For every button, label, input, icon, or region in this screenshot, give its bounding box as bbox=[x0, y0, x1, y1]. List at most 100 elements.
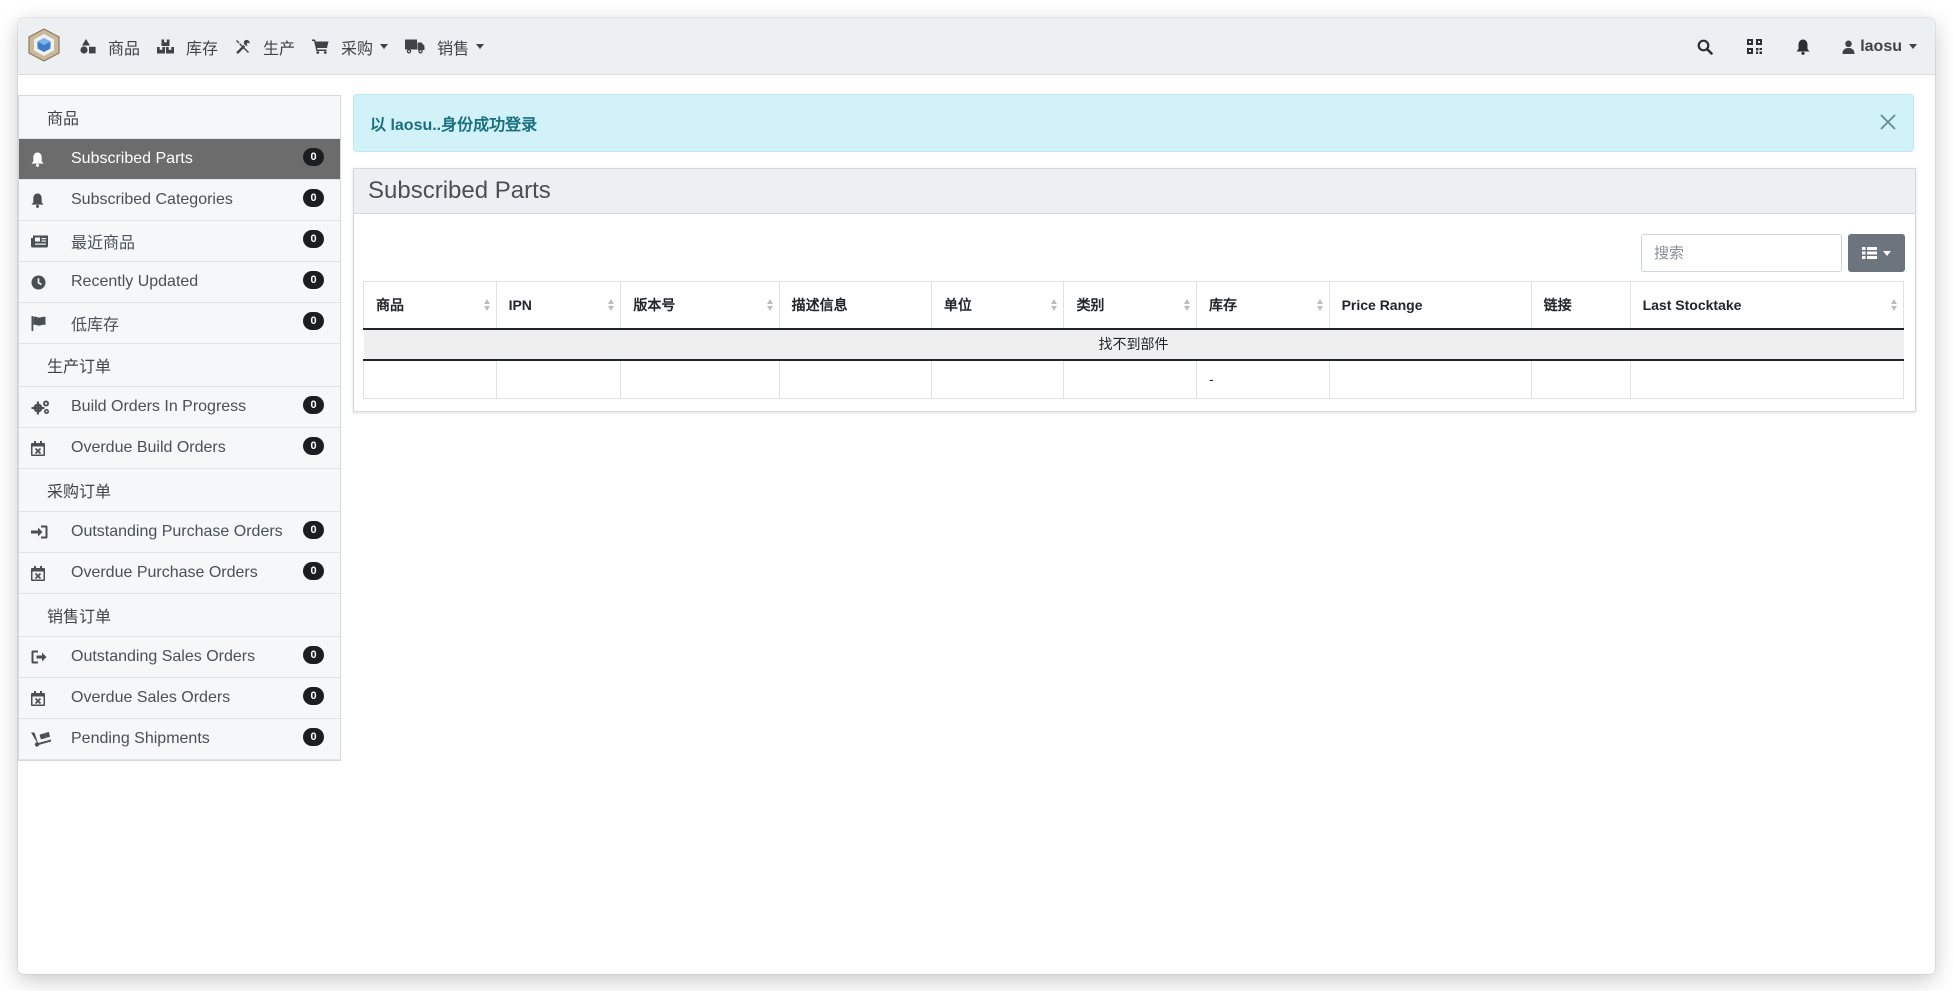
column-header[interactable]: Last Stocktake bbox=[1629, 281, 1905, 330]
column-header-label: 单位 bbox=[943, 296, 972, 313]
footer-cell bbox=[363, 359, 497, 399]
count-badge: 0 bbox=[303, 646, 324, 664]
column-header[interactable]: 库存 bbox=[1196, 281, 1330, 330]
nav-item-4[interactable]: 销售 bbox=[405, 35, 485, 59]
count-badge: 0 bbox=[303, 396, 324, 414]
sidebar-item-label: Overdue Sales Orders bbox=[71, 689, 231, 706]
sort-icon bbox=[483, 299, 491, 311]
footer-cell bbox=[620, 359, 780, 399]
table-empty-row: 找不到部件 bbox=[363, 328, 1904, 361]
sidebar-item-label: Subscribed Categories bbox=[71, 191, 233, 208]
sidebar-item-label: Outstanding Purchase Orders bbox=[71, 523, 283, 540]
chevron-down-icon bbox=[1909, 44, 1917, 49]
sidebar-item-label: 最近商品 bbox=[71, 235, 136, 252]
sort-icon bbox=[1051, 299, 1058, 311]
calendar-times-icon bbox=[19, 690, 71, 706]
sidebar-item[interactable]: Subscribed Parts 0 bbox=[19, 139, 340, 180]
subscribed-parts-panel: Subscribed Parts 商品 IPN 版本号 描述信息 单位 类别 库存 Price… bbox=[353, 168, 1916, 412]
sidebar-item[interactable]: Outstanding Sales Orders 0 bbox=[19, 637, 340, 678]
footer-cell bbox=[930, 359, 1065, 399]
footer-cell bbox=[1328, 359, 1532, 399]
list-icon bbox=[1862, 247, 1877, 259]
nav-item-3[interactable]: 采购 bbox=[312, 35, 389, 59]
shopping-cart-icon bbox=[312, 39, 335, 54]
sort-icon bbox=[1316, 299, 1324, 311]
sign-in-icon bbox=[19, 525, 71, 539]
newspaper-icon bbox=[19, 235, 71, 248]
sidebar-item[interactable]: Recently Updated 0 bbox=[19, 262, 340, 303]
sidebar-item[interactable]: Build Orders In Progress 0 bbox=[19, 387, 340, 428]
column-header[interactable]: 链接 bbox=[1530, 281, 1631, 330]
sidebar-section-header: 生产订单 bbox=[19, 344, 340, 387]
search-input[interactable] bbox=[1641, 234, 1842, 272]
sidebar-item-label: Overdue Purchase Orders bbox=[71, 564, 258, 581]
close-icon[interactable] bbox=[1879, 113, 1897, 136]
nav-item-label: 库存 bbox=[186, 40, 219, 58]
sidebar-item-label: Overdue Build Orders bbox=[71, 439, 226, 456]
column-header[interactable]: 单位 bbox=[930, 281, 1065, 330]
count-badge: 0 bbox=[303, 521, 324, 539]
nav-item-0[interactable]: 商品 bbox=[80, 35, 140, 59]
sidebar-item-label: Pending Shipments bbox=[71, 730, 210, 747]
sort-icon bbox=[608, 299, 615, 311]
qrcode-icon[interactable] bbox=[1747, 39, 1763, 54]
sidebar-item[interactable]: Pending Shipments 0 bbox=[19, 719, 340, 760]
column-header-label: Price Range bbox=[1341, 296, 1423, 313]
sort-icon bbox=[1184, 299, 1191, 311]
sidebar-item-label: Recently Updated bbox=[71, 273, 199, 290]
app-window: 商品 库存 生产 采购 销售 laosu 商品 Subscribed Parts 0 Subs… bbox=[18, 18, 1935, 974]
column-view-button[interactable] bbox=[1848, 234, 1905, 272]
sidebar-item[interactable]: Overdue Sales Orders 0 bbox=[19, 678, 340, 719]
shapes-icon bbox=[80, 39, 102, 54]
sidebar-item[interactable]: 最近商品 0 bbox=[19, 221, 340, 262]
footer-cell bbox=[1530, 359, 1631, 399]
sidebar-item[interactable]: Overdue Build Orders 0 bbox=[19, 428, 340, 469]
boxes-icon bbox=[157, 39, 180, 54]
column-header[interactable]: 商品 bbox=[363, 281, 497, 330]
footer-cell: - bbox=[1196, 359, 1330, 399]
column-header[interactable]: 版本号 bbox=[620, 281, 780, 330]
sidebar-item-label: 低库存 bbox=[71, 317, 120, 334]
cogs-icon bbox=[19, 399, 71, 415]
tools-icon bbox=[235, 39, 257, 55]
column-header-label: 链接 bbox=[1543, 296, 1572, 313]
panel-title: Subscribed Parts bbox=[354, 169, 1915, 214]
sidebar-item-label: Build Orders In Progress bbox=[71, 398, 247, 415]
column-header[interactable]: 类别 bbox=[1063, 281, 1197, 330]
bell-icon[interactable] bbox=[1796, 39, 1810, 55]
column-header-label: 商品 bbox=[376, 296, 404, 313]
truck-icon bbox=[405, 39, 431, 54]
column-header[interactable]: Price Range bbox=[1328, 281, 1532, 330]
search-icon[interactable] bbox=[1697, 39, 1714, 55]
alert-message: 以 laosu..身份成功登录 bbox=[370, 117, 538, 134]
table-toolbar bbox=[1641, 234, 1905, 272]
nav-item-1[interactable]: 库存 bbox=[157, 35, 218, 59]
count-badge: 0 bbox=[303, 437, 324, 455]
table-header-row: 商品 IPN 版本号 描述信息 单位 类别 库存 Price Range 链接 Last Stoc… bbox=[363, 281, 1905, 330]
column-header-label: 库存 bbox=[1209, 296, 1237, 313]
column-header-label: 类别 bbox=[1076, 296, 1105, 313]
nav-item-label: 商品 bbox=[108, 40, 141, 58]
column-header-label: 版本号 bbox=[633, 296, 676, 313]
sidebar-item[interactable]: Outstanding Purchase Orders 0 bbox=[19, 512, 340, 553]
flag-icon bbox=[19, 315, 71, 331]
parts-table: 商品 IPN 版本号 描述信息 单位 类别 库存 Price Range 链接 Last Stoc… bbox=[363, 281, 1905, 399]
bell-icon bbox=[19, 152, 71, 167]
sidebar-item[interactable]: Subscribed Categories 0 bbox=[19, 180, 340, 221]
sidebar-item[interactable]: Overdue Purchase Orders 0 bbox=[19, 553, 340, 594]
column-header[interactable]: IPN bbox=[495, 281, 622, 330]
nav-item-2[interactable]: 生产 bbox=[235, 35, 295, 59]
count-badge: 0 bbox=[303, 687, 324, 705]
footer-cell bbox=[1629, 359, 1905, 399]
user-menu[interactable]: laosu bbox=[1842, 38, 1917, 56]
sidebar-item-label: Outstanding Sales Orders bbox=[71, 648, 256, 665]
footer-cell bbox=[1063, 359, 1197, 399]
footer-cell bbox=[495, 359, 622, 399]
column-header[interactable]: 描述信息 bbox=[778, 281, 932, 330]
app-logo[interactable] bbox=[28, 28, 60, 62]
sort-icon bbox=[766, 299, 774, 311]
clock-icon bbox=[19, 275, 71, 290]
sidebar-item[interactable]: 低库存 0 bbox=[19, 303, 340, 344]
sidebar-section-header: 采购订单 bbox=[19, 469, 340, 512]
nav-item-label: 生产 bbox=[263, 40, 296, 58]
